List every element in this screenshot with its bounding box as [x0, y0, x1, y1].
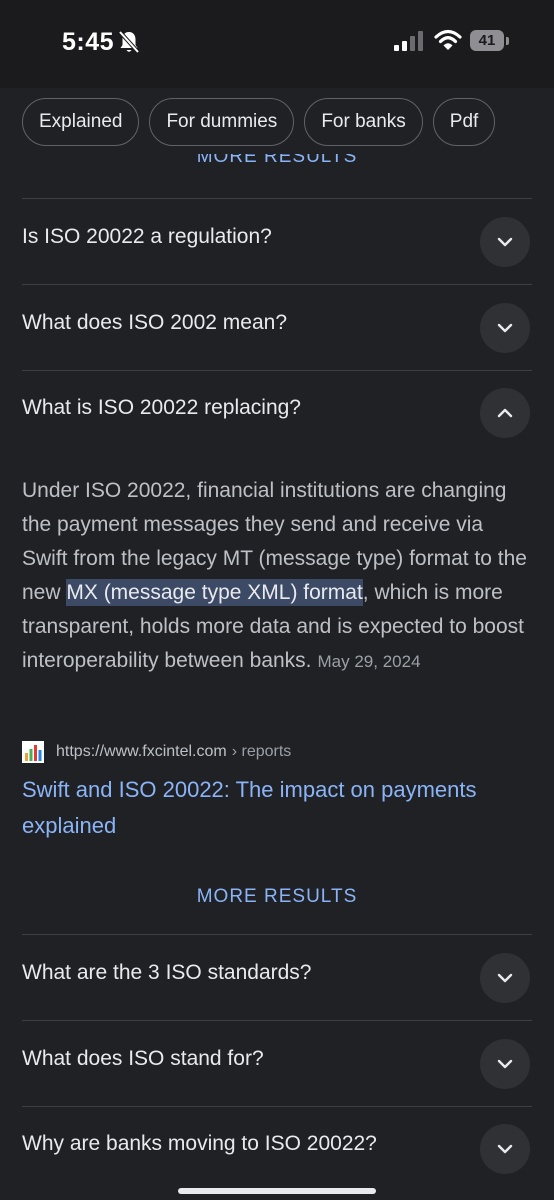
- source-site[interactable]: https://www.fxcintel.com › reports: [22, 740, 291, 764]
- answer-highlight: MX (message type XML) format: [66, 579, 363, 606]
- wifi-icon: [434, 29, 462, 50]
- home-indicator[interactable]: [178, 1188, 376, 1194]
- chevron-up-icon: [497, 408, 513, 418]
- faq-question: What are the 3 ISO standards?: [22, 961, 312, 984]
- collapse-button[interactable]: [480, 388, 530, 438]
- expand-button[interactable]: [480, 217, 530, 267]
- faq-question: Why are banks moving to ISO 20022?: [22, 1132, 377, 1155]
- battery-icon: 41: [470, 30, 504, 51]
- source-path: › reports: [231, 743, 292, 760]
- answer-date: May 29, 2024: [317, 652, 421, 671]
- chevron-down-icon: [497, 323, 513, 333]
- battery-level: 41: [478, 32, 496, 49]
- status-bar: 5:45 41: [0, 0, 554, 88]
- search-results-page: 5:45 41 Explained For dummies For banks …: [0, 0, 554, 1200]
- source-title-link[interactable]: Swift and ISO 20022: The impact on payme…: [22, 772, 532, 844]
- faq-item-3-standards[interactable]: What are the 3 ISO standards?: [0, 935, 554, 1019]
- faq-item-iso-stand-for[interactable]: What does ISO stand for?: [0, 1021, 554, 1105]
- chevron-down-icon: [497, 1144, 513, 1154]
- faq-answer: Under ISO 20022, financial institutions …: [22, 474, 534, 679]
- faq-question: What is ISO 20022 replacing?: [22, 396, 301, 419]
- chip-for-banks[interactable]: For banks: [304, 98, 423, 146]
- chevron-down-icon: [497, 237, 513, 247]
- expand-button[interactable]: [480, 303, 530, 353]
- more-results-link-partial[interactable]: MORE RESULTS: [0, 154, 554, 170]
- faq-question: What does ISO stand for?: [22, 1047, 264, 1070]
- more-results-top-label: MORE RESULTS: [196, 154, 358, 167]
- chip-for-dummies[interactable]: For dummies: [149, 98, 295, 146]
- chevron-down-icon: [497, 1059, 513, 1069]
- faq-item-iso-2002[interactable]: What does ISO 2002 mean?: [0, 285, 554, 369]
- status-time: 5:45: [62, 28, 115, 56]
- bell-off-icon: [118, 30, 140, 54]
- expand-button[interactable]: [480, 1039, 530, 1089]
- more-results-button[interactable]: MORE RESULTS: [0, 886, 554, 908]
- signal-icon: [394, 31, 423, 51]
- faq-question: Is ISO 20022 a regulation?: [22, 225, 272, 248]
- chevron-down-icon: [497, 973, 513, 983]
- source-url: https://www.fxcintel.com: [56, 743, 227, 760]
- faq-question: What does ISO 2002 mean?: [22, 311, 287, 334]
- faq-item-replacing[interactable]: What is ISO 20022 replacing?: [0, 370, 554, 454]
- battery-nub: [506, 37, 509, 45]
- expand-button[interactable]: [480, 953, 530, 1003]
- chip-explained[interactable]: Explained: [22, 98, 140, 146]
- expand-button[interactable]: [480, 1124, 530, 1174]
- faq-item-regulation[interactable]: Is ISO 20022 a regulation?: [0, 199, 554, 283]
- bar-chart-favicon-icon: [22, 741, 44, 763]
- faq-item-banks-moving[interactable]: Why are banks moving to ISO 20022?: [0, 1106, 554, 1190]
- refinement-chips: Explained For dummies For banks Pdf: [22, 98, 496, 148]
- chip-pdf[interactable]: Pdf: [432, 98, 496, 146]
